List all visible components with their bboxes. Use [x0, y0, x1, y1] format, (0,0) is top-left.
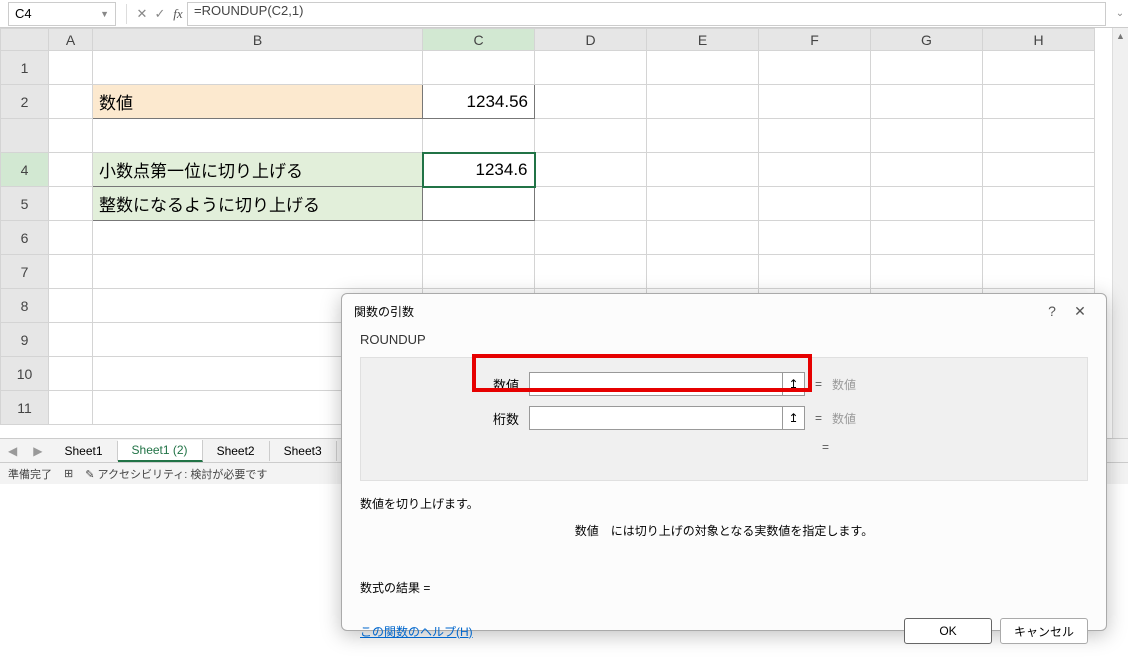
- arg1-range-picker-icon[interactable]: ↥: [783, 372, 805, 396]
- status-ready: 準備完了: [8, 466, 52, 482]
- col-header-G[interactable]: G: [871, 29, 983, 51]
- name-box-value: C4: [15, 6, 32, 21]
- row-header-5[interactable]: 5: [1, 187, 49, 221]
- macro-record-icon[interactable]: ⊞: [64, 467, 73, 480]
- separator: [126, 4, 127, 24]
- name-box[interactable]: C4 ▼: [8, 2, 116, 26]
- row-header-9[interactable]: 9: [1, 323, 49, 357]
- status-accessibility[interactable]: ✎ アクセシビリティ: 検討が必要です: [85, 466, 267, 482]
- formula-text: =ROUNDUP(C2,1): [194, 3, 303, 18]
- cancel-button[interactable]: キャンセル: [1000, 618, 1088, 644]
- function-arguments-dialog: 関数の引数 ? ✕ ROUNDUP 数値 ↥ = 数値 桁数 ↥ = 数値 =: [341, 293, 1107, 631]
- help-icon[interactable]: ?: [1038, 303, 1066, 319]
- col-header-A[interactable]: A: [49, 29, 93, 51]
- arguments-panel: 数値 ↥ = 数値 桁数 ↥ = 数値 =: [360, 357, 1088, 481]
- arg2-hint: 数値: [832, 410, 856, 427]
- chevron-down-icon[interactable]: ▼: [100, 9, 109, 19]
- arg1-label: 数値: [379, 375, 529, 394]
- formula-bar: C4 ▼ ✕ ✓ fx =ROUNDUP(C2,1) ⌄: [0, 0, 1128, 28]
- cell-B2[interactable]: 数値: [93, 85, 423, 119]
- row-header-1[interactable]: 1: [1, 51, 49, 85]
- cell-C2[interactable]: 1234.56: [423, 85, 535, 119]
- arg2-input[interactable]: [529, 406, 783, 430]
- arg2-label: 桁数: [379, 409, 529, 428]
- cell-B5[interactable]: 整数になるように切り上げる: [93, 187, 423, 221]
- sheet-tab-1[interactable]: Sheet1: [50, 441, 117, 461]
- formula-result-label: 数式の結果 =: [360, 579, 1088, 596]
- ok-button[interactable]: OK: [904, 618, 992, 644]
- cell-C5[interactable]: [423, 187, 535, 221]
- col-header-D[interactable]: D: [535, 29, 647, 51]
- row-header-2[interactable]: 2: [1, 85, 49, 119]
- vertical-scrollbar[interactable]: ▲: [1112, 28, 1128, 438]
- tab-nav-next-icon[interactable]: ▶: [25, 444, 50, 458]
- row-header-3[interactable]: [1, 119, 49, 153]
- cell-C4[interactable]: 1234.6: [423, 153, 535, 187]
- cell-A4[interactable]: [49, 153, 93, 187]
- dialog-titlebar[interactable]: 関数の引数 ? ✕: [342, 294, 1106, 328]
- select-all-corner[interactable]: [1, 29, 49, 51]
- function-name: ROUNDUP: [360, 332, 1088, 347]
- tab-nav-prev-icon[interactable]: ◀: [0, 444, 25, 458]
- argument-description: 数値 には切り上げの対象となる実数値を指定します。: [360, 522, 1088, 539]
- row-header-7[interactable]: 7: [1, 255, 49, 289]
- formula-input[interactable]: =ROUNDUP(C2,1): [187, 2, 1106, 26]
- function-description: 数値を切り上げます。: [360, 495, 1088, 512]
- row-header-8[interactable]: 8: [1, 289, 49, 323]
- sheet-tab-4[interactable]: Sheet3: [270, 441, 337, 461]
- row-header-10[interactable]: 10: [1, 357, 49, 391]
- scroll-up-icon[interactable]: ▲: [1113, 28, 1128, 44]
- cell-B4[interactable]: 小数点第一位に切り上げる: [93, 153, 423, 187]
- col-header-E[interactable]: E: [647, 29, 759, 51]
- equals-sign: =: [815, 377, 822, 391]
- function-help-link[interactable]: この関数のヘルプ(H): [360, 623, 473, 640]
- expand-formula-icon[interactable]: ⌄: [1112, 8, 1128, 19]
- arg1-input[interactable]: [529, 372, 783, 396]
- dialog-title: 関数の引数: [354, 303, 414, 320]
- sheet-tab-2[interactable]: Sheet1 (2): [118, 440, 203, 462]
- fx-icon[interactable]: fx: [169, 6, 187, 22]
- interim-result: =: [379, 440, 1069, 454]
- arg1-hint: 数値: [832, 376, 856, 393]
- row-header-11[interactable]: 11: [1, 391, 49, 425]
- arg2-range-picker-icon[interactable]: ↥: [783, 406, 805, 430]
- cell-A2[interactable]: [49, 85, 93, 119]
- close-icon[interactable]: ✕: [1066, 303, 1094, 320]
- row-header-6[interactable]: 6: [1, 221, 49, 255]
- accept-formula-icon[interactable]: ✓: [151, 6, 169, 22]
- col-header-H[interactable]: H: [983, 29, 1095, 51]
- sheet-tab-3[interactable]: Sheet2: [203, 441, 270, 461]
- cancel-formula-icon[interactable]: ✕: [133, 6, 151, 22]
- equals-sign: =: [815, 411, 822, 425]
- row-header-4[interactable]: 4: [1, 153, 49, 187]
- col-header-C[interactable]: C: [423, 29, 535, 51]
- cell-A5[interactable]: [49, 187, 93, 221]
- col-header-B[interactable]: B: [93, 29, 423, 51]
- col-header-F[interactable]: F: [759, 29, 871, 51]
